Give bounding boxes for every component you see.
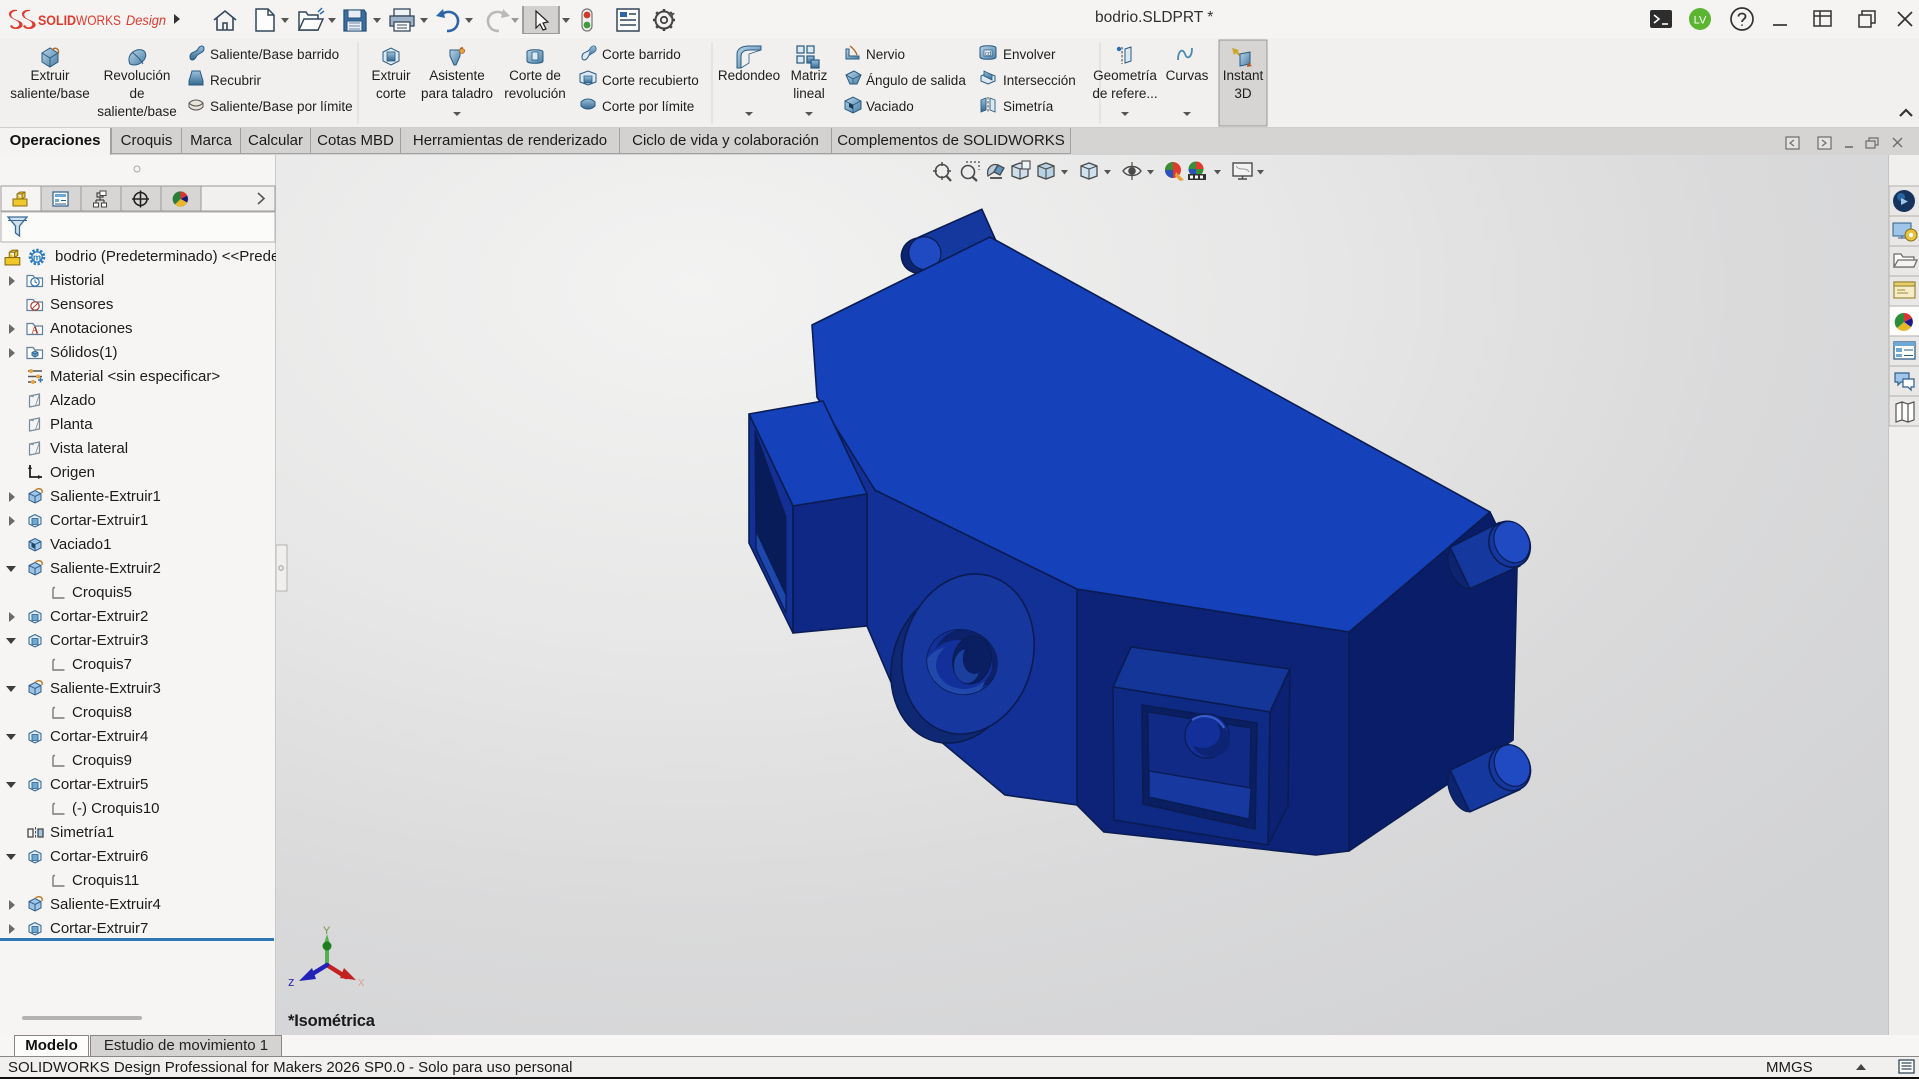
- svg-text:SOLID: SOLID: [38, 12, 76, 28]
- svg-text:cd: cd: [985, 52, 991, 58]
- svg-text:x: x: [358, 974, 365, 989]
- svg-text:z: z: [288, 974, 295, 989]
- svg-text:*Isométrica: *Isométrica: [288, 1012, 376, 1030]
- svg-text:m: m: [33, 253, 41, 264]
- svg-text:WORKS: WORKS: [76, 12, 121, 28]
- svg-text:LV: LV: [1694, 15, 1707, 27]
- svg-text:A: A: [31, 326, 39, 337]
- svg-text:Y: Y: [323, 925, 331, 937]
- svg-text:Design: Design: [126, 12, 166, 28]
